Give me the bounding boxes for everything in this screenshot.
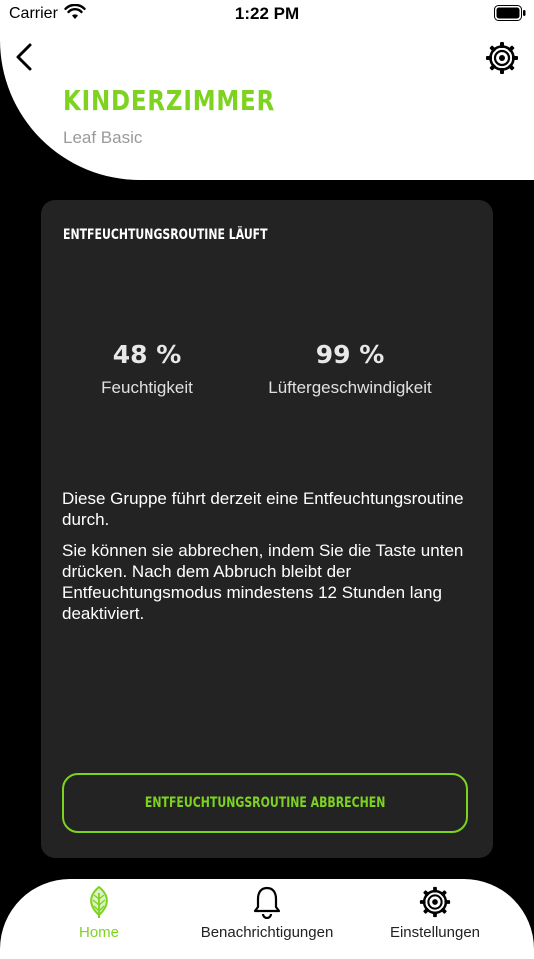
humidity-stat: 48 % Feuchtigkeit bbox=[44, 340, 250, 398]
fan-speed-label: Lüftergeschwindigkeit bbox=[268, 378, 432, 397]
page-title: KINDERZIMMER bbox=[63, 84, 276, 117]
tab-bar: Home Benachrichtigungen Einstellungen bbox=[0, 879, 534, 959]
clock: 1:22 PM bbox=[234, 4, 300, 23]
routine-description: Diese Gruppe führt derzeit eine Entfeuch… bbox=[62, 489, 464, 529]
back-button[interactable] bbox=[10, 40, 40, 74]
cancel-routine-label: ENTFEUCHTUNGSROUTINE ABBRECHEN bbox=[144, 795, 386, 811]
tab-notifications-label: Benachrichtigungen bbox=[200, 924, 334, 941]
fan-speed-value: 99 % bbox=[315, 340, 385, 369]
chevron-left-icon bbox=[16, 43, 32, 71]
tab-notifications[interactable]: Benachrichtigungen bbox=[190, 885, 344, 947]
fan-speed-stat: 99 % Lüftergeschwindigkeit bbox=[258, 340, 442, 398]
tab-home[interactable]: Home bbox=[56, 885, 142, 947]
battery-icon bbox=[494, 5, 526, 21]
settings-button[interactable] bbox=[484, 40, 520, 76]
bell-icon bbox=[253, 886, 281, 919]
gear-icon bbox=[419, 886, 451, 918]
humidity-value: 48 % bbox=[112, 340, 182, 369]
gear-icon bbox=[486, 42, 518, 74]
status-bar: Carrier 1:22 PM bbox=[0, 0, 534, 30]
page-subtitle: Leaf Basic bbox=[63, 128, 143, 147]
tab-settings-label: Einstellungen bbox=[389, 924, 481, 941]
humidity-label: Feuchtigkeit bbox=[101, 378, 193, 397]
tab-settings[interactable]: Einstellungen bbox=[380, 885, 490, 947]
card-heading: ENTFEUCHTUNGSROUTINE LÄUFT bbox=[63, 227, 268, 243]
cancel-instructions: Sie können sie abbrechen, indem Sie die … bbox=[62, 541, 464, 623]
leaf-icon bbox=[90, 885, 108, 918]
cancel-routine-button[interactable]: ENTFEUCHTUNGSROUTINE ABBRECHEN bbox=[62, 773, 468, 833]
tab-home-label: Home bbox=[78, 924, 119, 941]
